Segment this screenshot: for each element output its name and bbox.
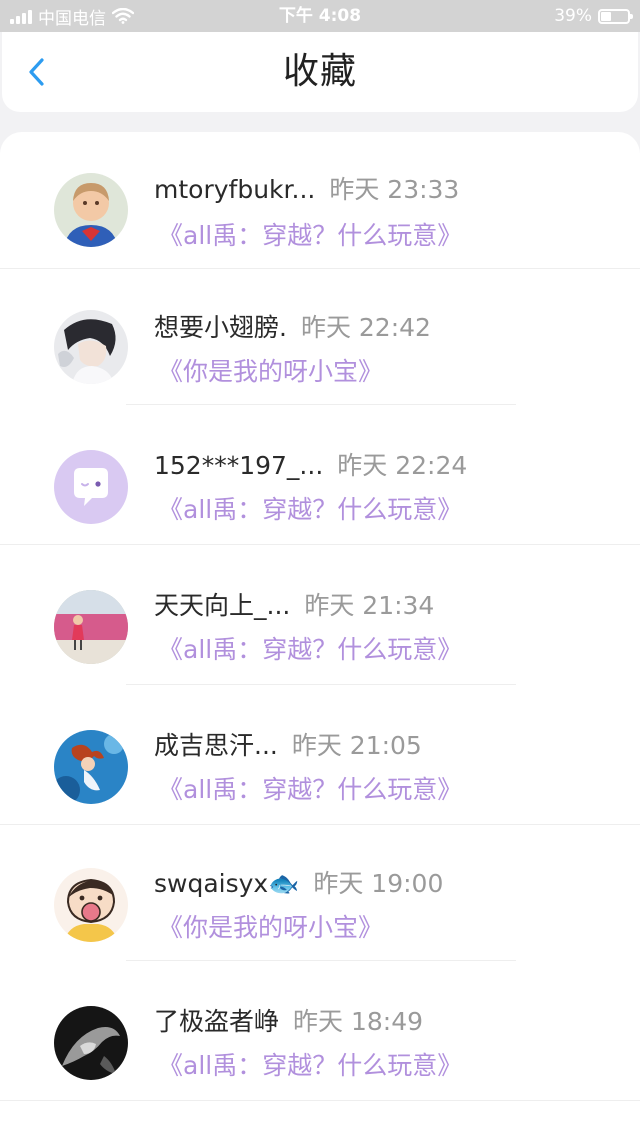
divider bbox=[0, 1100, 640, 1101]
username-text: 152***197_... bbox=[154, 451, 324, 480]
book-title-link[interactable]: 《你是我的呀小宝》 bbox=[158, 908, 383, 944]
favorites-list: mtoryfbukr... 昨天 23:33 《all禹：穿越？什么玩意》 想要小… bbox=[0, 132, 640, 1138]
timestamp: 昨天 22:24 bbox=[337, 451, 468, 480]
list-item[interactable]: 天天向上_... 昨天 21:34 《all禹：穿越？什么玩意》 bbox=[0, 546, 640, 684]
username-text: 天天向上_... bbox=[154, 591, 291, 620]
book-title-link[interactable]: 《all禹：穿越？什么玩意》 bbox=[158, 770, 462, 806]
timestamp: 昨天 23:33 bbox=[329, 175, 460, 204]
avatar bbox=[54, 730, 128, 804]
list-item[interactable]: 成吉思汗... 昨天 21:05 《all禹：穿越？什么玩意》 bbox=[0, 686, 640, 824]
username-text: 想要小翅膀. bbox=[154, 313, 287, 342]
page-title: 收藏 bbox=[282, 51, 357, 92]
avatar bbox=[54, 450, 128, 524]
username: mtoryfbukr... 昨天 23:33 bbox=[154, 170, 459, 206]
battery-fill bbox=[601, 11, 612, 21]
timestamp: 昨天 22:42 bbox=[300, 313, 431, 342]
book-title-link[interactable]: 《all禹：穿越？什么玩意》 bbox=[158, 630, 462, 666]
avatar bbox=[54, 590, 128, 664]
username-text: 了极盗者峥 bbox=[154, 1007, 280, 1036]
timestamp: 昨天 18:49 bbox=[293, 1007, 424, 1036]
avatar bbox=[54, 868, 128, 942]
timestamp: 昨天 21:05 bbox=[291, 731, 422, 760]
avatar bbox=[54, 310, 128, 384]
battery-percent: 39% bbox=[554, 6, 592, 26]
book-title-link[interactable]: 《all禹：穿越？什么玩意》 bbox=[158, 1046, 462, 1082]
book-title-link[interactable]: 《all禹：穿越？什么玩意》 bbox=[158, 490, 462, 526]
book-title-link[interactable]: 《all禹：穿越？什么玩意》 bbox=[158, 216, 462, 252]
list-item[interactable]: mtoryfbukr... 昨天 23:33 《all禹：穿越？什么玩意》 bbox=[0, 132, 640, 270]
divider bbox=[126, 404, 516, 405]
avatar bbox=[54, 1006, 128, 1080]
username: 了极盗者峥 昨天 18:49 bbox=[154, 1002, 423, 1038]
username: 成吉思汗... 昨天 21:05 bbox=[154, 726, 422, 762]
divider bbox=[0, 268, 640, 269]
list-item[interactable]: swqaisyx🐟 昨天 19:00 《你是我的呀小宝》 bbox=[0, 826, 640, 964]
status-right: 39% bbox=[554, 0, 633, 32]
list-item[interactable]: 想要小翅膀. 昨天 22:42 《你是我的呀小宝》 bbox=[0, 270, 640, 408]
status-bar: 中国电信 下午 4:08 39% bbox=[0, 0, 640, 32]
timestamp: 昨天 19:00 bbox=[313, 869, 444, 898]
username: swqaisyx🐟 昨天 19:00 bbox=[154, 864, 443, 900]
nav-header: 收藏 bbox=[2, 32, 638, 112]
list-item[interactable]: 了极盗者峥 昨天 18:49 《all禹：穿越？什么玩意》 bbox=[0, 962, 640, 1100]
book-title-link[interactable]: 《你是我的呀小宝》 bbox=[158, 352, 383, 388]
username: 152***197_... 昨天 22:24 bbox=[154, 446, 467, 482]
divider bbox=[126, 684, 516, 685]
avatar bbox=[54, 173, 128, 247]
timestamp: 昨天 21:34 bbox=[304, 591, 435, 620]
username-text: mtoryfbukr... bbox=[154, 175, 316, 204]
divider bbox=[0, 544, 640, 545]
list-item[interactable]: 152***197_... 昨天 22:24 《all禹：穿越？什么玩意》 bbox=[0, 406, 640, 544]
battery-icon bbox=[598, 8, 633, 24]
status-time: 下午 4:08 bbox=[278, 6, 362, 26]
username: 想要小翅膀. 昨天 22:42 bbox=[154, 308, 431, 344]
divider bbox=[0, 824, 640, 825]
username-text: swqaisyx🐟 bbox=[154, 869, 300, 898]
username: 天天向上_... 昨天 21:34 bbox=[154, 586, 434, 622]
username-text: 成吉思汗... bbox=[154, 731, 278, 760]
divider bbox=[126, 960, 516, 961]
